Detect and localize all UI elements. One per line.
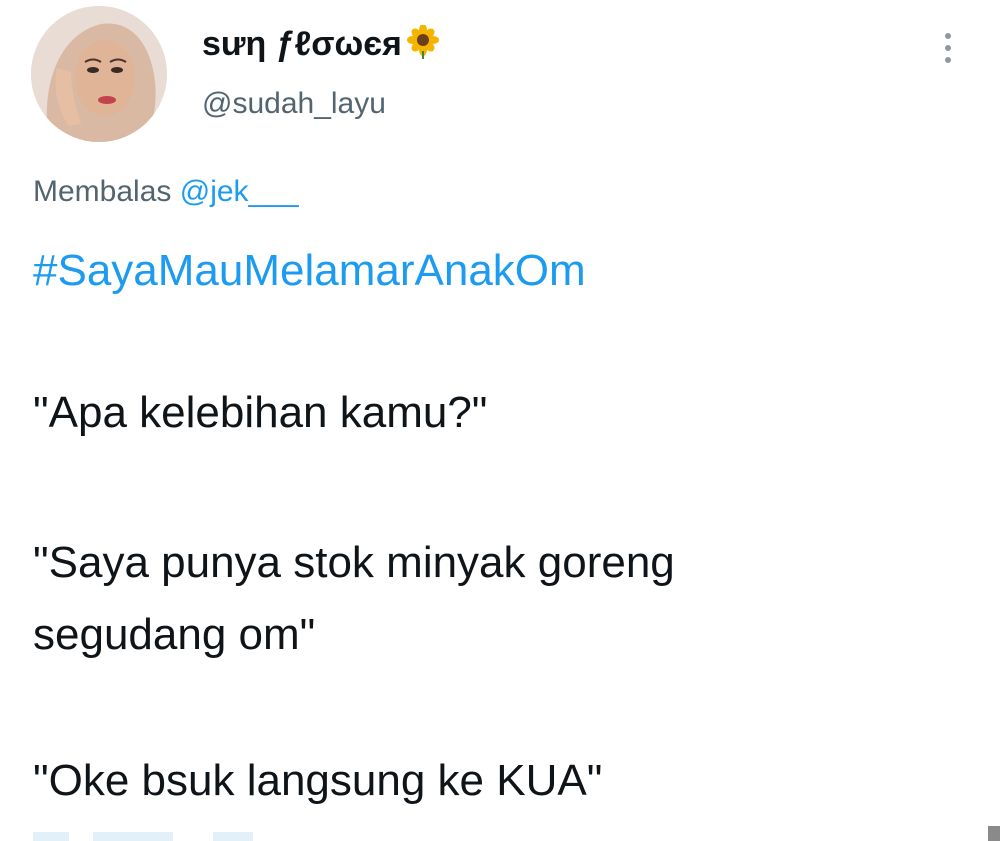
tweet-text-line: "Apa kelebihan kamu?" [33, 388, 488, 437]
hashtag-link[interactable]: #SayaMauMelamarAnakOm [33, 244, 586, 298]
more-dot [945, 45, 951, 51]
replying-to: Membalas @jek___ [33, 174, 299, 210]
cropped-link-text [33, 832, 253, 841]
tweet-text-line: segudang om" [33, 610, 316, 659]
avatar[interactable] [31, 6, 167, 142]
more-dot [945, 57, 951, 63]
tweet-text-line: "Saya punya stok minyak goreng [33, 538, 675, 587]
display-name-text: sưη ƒℓσωєя [202, 25, 402, 63]
profile-photo [31, 6, 167, 142]
sunflower-icon [406, 24, 440, 68]
tweet: sưη ƒℓσωєя @sudah_layu Membalas @jek___ … [0, 0, 1000, 841]
replying-to-label: Membalas [33, 175, 172, 208]
scrollbar-thumb[interactable] [988, 826, 1000, 841]
more-vertical-icon[interactable] [928, 26, 968, 70]
more-dot [945, 33, 951, 39]
author-handle[interactable]: @sudah_layu [202, 86, 386, 122]
tweet-text-line: "Oke bsuk langsung ke KUA" [33, 756, 603, 805]
reply-mention-link[interactable]: @jek___ [180, 175, 299, 208]
author-display-name[interactable]: sưη ƒℓσωєя [202, 24, 440, 68]
